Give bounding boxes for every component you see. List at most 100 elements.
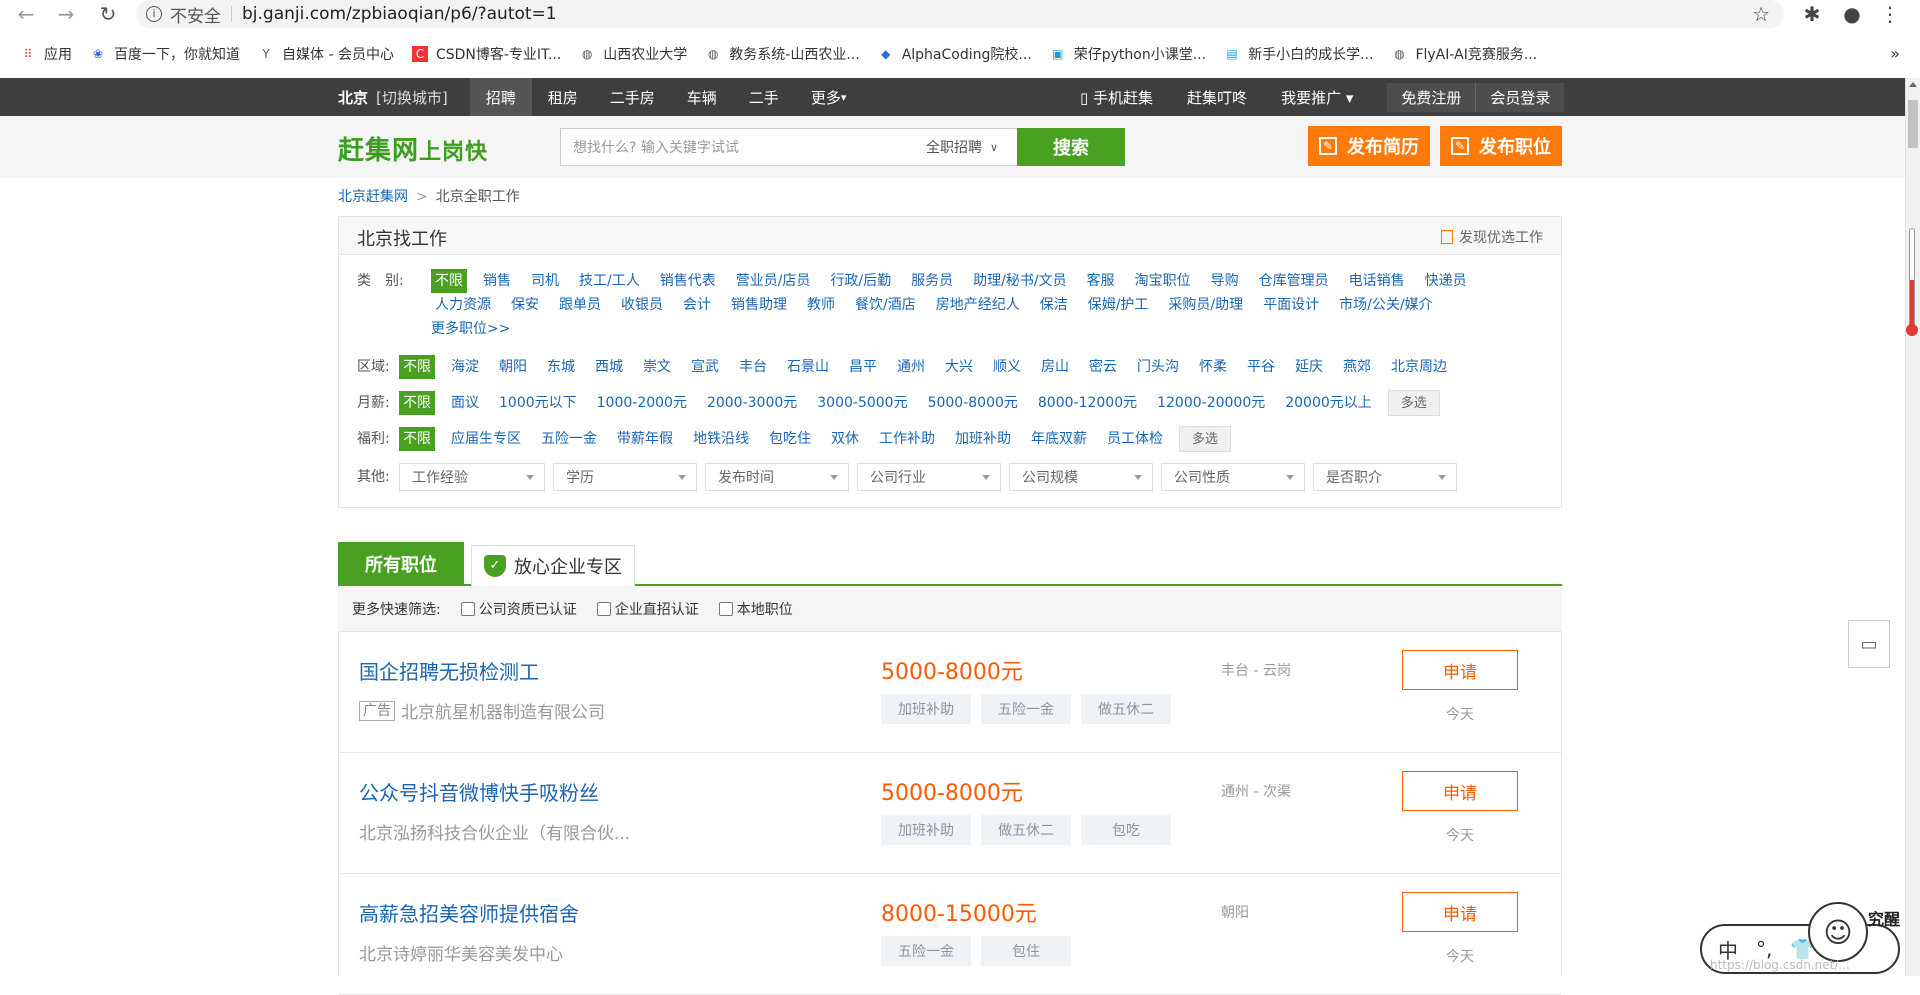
region-option[interactable]: 大兴 — [941, 355, 977, 379]
category-option[interactable]: 保洁 — [1036, 293, 1072, 317]
bookmark-item[interactable]: ◆ AlphaCoding院校... — [878, 44, 1032, 64]
category-option[interactable]: 跟单员 — [555, 293, 605, 317]
category-option[interactable]: 营业员/店员 — [732, 269, 815, 293]
bookmark-item[interactable]: ▤ 新手小白的成长学... — [1224, 44, 1373, 64]
category-option[interactable]: 保安 — [507, 293, 543, 317]
salary-option[interactable]: 8000-12000元 — [1034, 391, 1141, 415]
preferred-jobs-link[interactable]: 发现优选工作 — [1441, 227, 1543, 247]
welfare-multi-select-button[interactable]: 多选 — [1179, 426, 1232, 452]
category-option[interactable]: 快递员 — [1421, 269, 1471, 293]
bookmark-item[interactable]: ◍ 教务系统-山西农业... — [705, 44, 860, 64]
apply-button[interactable]: 申请 — [1402, 650, 1518, 690]
category-option[interactable]: 平面设计 — [1259, 293, 1323, 317]
welfare-option[interactable]: 工作补助 — [875, 427, 939, 451]
checkbox-box[interactable] — [718, 601, 733, 616]
region-option[interactable]: 西城 — [591, 355, 627, 379]
region-option[interactable]: 顺义 — [989, 355, 1025, 379]
region-option[interactable]: 通州 — [893, 355, 929, 379]
top-nav-item[interactable]: 租房 — [532, 78, 594, 116]
welfare-option[interactable]: 双休 — [827, 427, 863, 451]
category-option[interactable]: 导购 — [1207, 269, 1243, 293]
top-nav-item[interactable]: 二手 — [733, 78, 795, 116]
search-button[interactable]: 搜索 — [1017, 128, 1125, 166]
category-option[interactable]: 电话销售 — [1345, 269, 1409, 293]
welfare-option[interactable]: 年底双薪 — [1027, 427, 1091, 451]
forward-arrow-icon[interactable]: → — [50, 0, 82, 28]
category-option[interactable]: 销售 — [479, 269, 515, 293]
top-nav-item[interactable]: 车辆 — [671, 78, 733, 116]
salary-option[interactable]: 5000-8000元 — [924, 391, 1022, 415]
category-option[interactable]: 市场/公关/媒介 — [1335, 293, 1436, 317]
region-option[interactable]: 昌平 — [845, 355, 881, 379]
dingdong-link[interactable]: 赶集叮咚 — [1187, 87, 1247, 108]
bookmark-item[interactable]: ❀ 百度一下，你就知道 — [90, 44, 240, 64]
category-option[interactable]: 淘宝职位 — [1131, 269, 1195, 293]
region-option[interactable]: 北京周边 — [1387, 355, 1451, 379]
category-option[interactable]: 收银员 — [617, 293, 667, 317]
bookmark-item[interactable]: ◍ FlyAI-AI竞赛服务... — [1391, 44, 1537, 64]
mascot-avatar-icon[interactable]: ☺ — [1808, 902, 1868, 962]
switch-city-link[interactable]: [切换城市] — [376, 89, 448, 107]
category-option[interactable]: 人力资源 — [431, 293, 495, 317]
salary-option[interactable]: 1000-2000元 — [593, 391, 691, 415]
quick-filter-checkbox[interactable]: 本地职位 — [718, 599, 793, 619]
promote-menu[interactable]: 我要推广 ▾ — [1281, 87, 1353, 108]
salary-option[interactable]: 不限 — [399, 391, 435, 415]
region-option[interactable]: 燕郊 — [1339, 355, 1375, 379]
checkbox-box[interactable] — [596, 601, 611, 616]
tab-all-jobs[interactable]: 所有职位 — [338, 542, 464, 586]
category-option[interactable]: 不限 — [431, 269, 467, 293]
category-option[interactable]: 销售代表 — [656, 269, 720, 293]
menu-kebab-icon[interactable]: ⋮ — [1876, 0, 1904, 28]
other-filter-dropdown[interactable]: 工作经验 — [399, 463, 545, 491]
city-selector[interactable]: 北京 [切换城市] — [338, 87, 448, 108]
region-option[interactable]: 宣武 — [687, 355, 723, 379]
back-arrow-icon[interactable]: ← — [10, 0, 42, 28]
post-resume-button[interactable]: ✎ 发布简历 — [1308, 126, 1430, 166]
category-option[interactable]: 教师 — [803, 293, 839, 317]
job-title-link[interactable]: 高薪急招美容师提供宿舍 — [359, 898, 579, 927]
region-option[interactable]: 石景山 — [783, 355, 833, 379]
top-nav-item[interactable]: 招聘 — [469, 78, 532, 116]
thermometer-widget[interactable] — [1906, 228, 1918, 338]
job-title-link[interactable]: 公众号抖音微博快手吸粉丝 — [359, 777, 599, 806]
category-option[interactable]: 保姆/护工 — [1084, 293, 1153, 317]
extensions-puzzle-icon[interactable]: ✱ — [1798, 0, 1826, 28]
checkbox-box[interactable] — [460, 601, 475, 616]
salary-option[interactable]: 3000-5000元 — [813, 391, 911, 415]
page-scrollbar[interactable] — [1905, 78, 1920, 976]
info-icon[interactable]: i — [146, 6, 162, 22]
tab-trusted-companies[interactable]: ✓ 放心企业专区 — [471, 545, 635, 586]
welfare-option[interactable]: 包吃住 — [765, 427, 815, 451]
category-option[interactable]: 技工/工人 — [575, 269, 644, 293]
search-category-select[interactable]: 全职招聘 ∨ — [916, 128, 1018, 166]
scroll-thumb[interactable] — [1908, 100, 1918, 148]
category-option[interactable]: 房地产经纪人 — [932, 293, 1024, 317]
job-title-link[interactable]: 国企招聘无损检测工 — [359, 656, 539, 685]
bookmark-item[interactable]: Y 自媒体 - 会员中心 — [258, 44, 394, 64]
welfare-option[interactable]: 带薪年假 — [613, 427, 677, 451]
top-nav-item[interactable]: 更多 ▾ — [795, 78, 863, 116]
apply-button[interactable]: 申请 — [1402, 892, 1518, 932]
region-option[interactable]: 延庆 — [1291, 355, 1327, 379]
salary-option[interactable]: 面议 — [447, 391, 483, 415]
category-option[interactable]: 客服 — [1083, 269, 1119, 293]
salary-option[interactable]: 2000-3000元 — [703, 391, 801, 415]
other-filter-dropdown[interactable]: 公司规模 — [1009, 463, 1153, 491]
bookmark-star-icon[interactable]: ☆ — [1752, 2, 1770, 26]
quick-filter-checkbox[interactable]: 企业直招认证 — [596, 599, 699, 619]
region-option[interactable]: 丰台 — [735, 355, 771, 379]
category-option[interactable]: 行政/后勤 — [826, 269, 895, 293]
region-option[interactable]: 东城 — [543, 355, 579, 379]
other-filter-dropdown[interactable]: 学历 — [553, 463, 697, 491]
region-option[interactable]: 怀柔 — [1195, 355, 1231, 379]
scroll-up-icon[interactable] — [1909, 82, 1917, 87]
ganji-logo[interactable]: 赶集网上岗快 — [338, 130, 488, 167]
bookmark-item[interactable]: C CSDN博客-专业IT... — [411, 44, 561, 64]
address-bar[interactable]: i 不安全 bj.ganji.com/zpbiaoqian/p6/?autot=… — [136, 0, 1784, 28]
salary-option[interactable]: 12000-20000元 — [1153, 391, 1269, 415]
other-filter-dropdown[interactable]: 是否职介 — [1313, 463, 1457, 491]
bookmark-item[interactable]: ◍ 山西农业大学 — [579, 44, 687, 64]
other-filter-dropdown[interactable]: 公司行业 — [857, 463, 1001, 491]
welfare-option[interactable]: 地铁沿线 — [689, 427, 753, 451]
